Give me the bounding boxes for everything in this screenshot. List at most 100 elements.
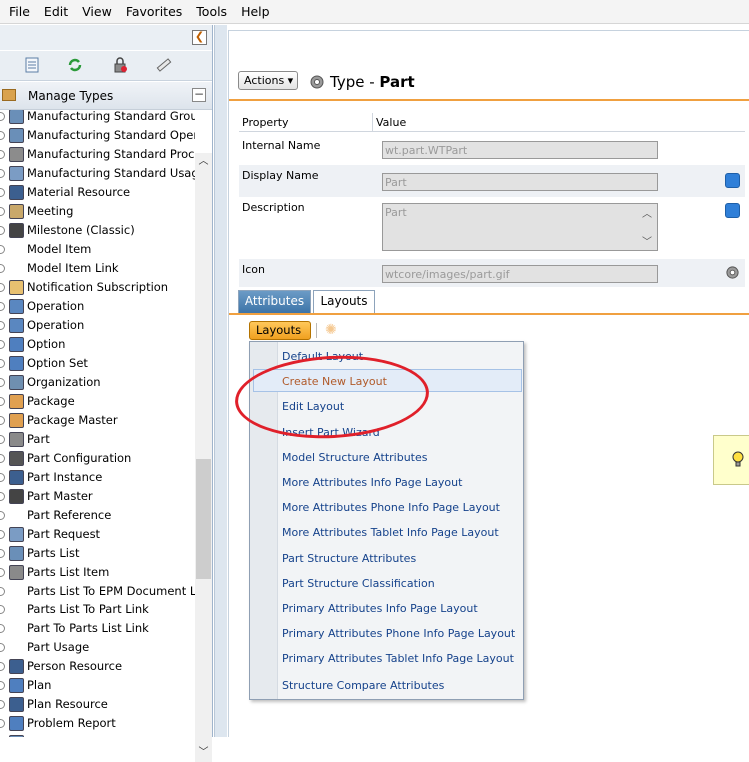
layouts-button[interactable]: Layouts ▾: [249, 321, 311, 354]
tree-item[interactable]: Part To Parts List Link: [0, 619, 195, 638]
expand-toggle-icon[interactable]: [0, 567, 5, 577]
menu-item[interactable]: More Attributes Info Page Layout: [282, 476, 462, 489]
tree-scrollbar[interactable]: ︿ ﹀: [195, 153, 212, 762]
tree-item[interactable]: Parts List To EPM Document Link: [0, 582, 195, 601]
localize-icon[interactable]: [725, 203, 740, 218]
menu-file[interactable]: File: [2, 0, 37, 24]
expand-toggle-icon[interactable]: [0, 662, 5, 672]
minimize-button[interactable]: −: [192, 88, 206, 102]
lock-icon[interactable]: [112, 57, 128, 73]
expand-toggle-icon[interactable]: [0, 149, 5, 159]
expand-toggle-icon[interactable]: [0, 605, 5, 615]
expand-toggle-icon[interactable]: [0, 681, 5, 691]
expand-toggle-icon[interactable]: [0, 453, 5, 463]
tree-item[interactable]: Model Item: [0, 240, 195, 259]
tree-item[interactable]: Problem Report: [0, 714, 195, 733]
list-icon[interactable]: [24, 57, 40, 73]
expand-toggle-icon[interactable]: [0, 377, 5, 387]
gear-icon[interactable]: [725, 265, 740, 280]
expand-toggle-icon[interactable]: [0, 206, 5, 216]
tree-item[interactable]: Milestone (Classic): [0, 221, 195, 240]
expand-toggle-icon[interactable]: [0, 263, 5, 273]
menu-edit[interactable]: Edit: [37, 0, 75, 24]
tree-item[interactable]: Option: [0, 335, 195, 354]
tree-item[interactable]: Part Request: [0, 525, 195, 544]
panel-splitter[interactable]: [214, 25, 227, 737]
expand-toggle-icon[interactable]: [0, 510, 5, 520]
menu-item[interactable]: Part Structure Classification: [282, 577, 435, 590]
tree-item[interactable]: Plan Resource: [0, 695, 195, 714]
tree-item[interactable]: Notification Subscription: [0, 278, 195, 297]
menu-item[interactable]: Primary Attributes Tablet Info Page Layo…: [282, 652, 514, 665]
menu-item[interactable]: Primary Attributes Phone Info Page Layou…: [282, 627, 515, 640]
localize-icon[interactable]: [725, 173, 740, 188]
tab-attributes[interactable]: Attributes: [238, 290, 311, 313]
menu-item[interactable]: Structure Compare Attributes: [282, 679, 444, 692]
tree-item[interactable]: Operation: [0, 316, 195, 335]
tree-item[interactable]: Model Item Link: [0, 259, 195, 278]
ruler-icon[interactable]: [156, 57, 172, 73]
expand-toggle-icon[interactable]: [0, 491, 5, 501]
tree-item[interactable]: Manufacturing Standard Usage L: [0, 164, 195, 183]
expand-toggle-icon[interactable]: [0, 187, 5, 197]
tree-item[interactable]: Part Usage: [0, 638, 195, 657]
tree-item[interactable]: Manufacturing Standard Operat: [0, 126, 195, 145]
expand-toggle-icon[interactable]: [0, 700, 5, 710]
expand-toggle-icon[interactable]: [0, 112, 5, 121]
expand-toggle-icon[interactable]: [0, 282, 5, 292]
expand-toggle-icon[interactable]: [0, 244, 5, 254]
tree-item[interactable]: Part: [0, 430, 195, 449]
expand-toggle-icon[interactable]: [0, 624, 5, 634]
scroll-up-icon[interactable]: ︿: [195, 153, 212, 170]
tree-item[interactable]: Part Master: [0, 487, 195, 506]
tree-item[interactable]: Process: [0, 733, 195, 737]
expand-toggle-icon[interactable]: [0, 586, 5, 596]
menu-view[interactable]: View: [75, 0, 119, 24]
expand-toggle-icon[interactable]: [0, 415, 5, 425]
scroll-down-icon[interactable]: ﹀: [642, 233, 652, 248]
menu-item[interactable]: Part Structure Attributes: [282, 552, 416, 565]
menu-favorites[interactable]: Favorites: [119, 0, 189, 24]
tab-layouts[interactable]: Layouts: [313, 290, 375, 313]
actions-button[interactable]: Actions ▾: [238, 71, 298, 90]
expand-toggle-icon[interactable]: [0, 339, 5, 349]
tree-item[interactable]: Parts List To Part Link: [0, 600, 195, 619]
expand-toggle-icon[interactable]: [0, 301, 5, 311]
tree-item[interactable]: Organization: [0, 373, 195, 392]
tree-item[interactable]: Part Instance: [0, 468, 195, 487]
tree-item[interactable]: Package: [0, 392, 195, 411]
tree-item[interactable]: Option Set: [0, 354, 195, 373]
scroll-up-icon[interactable]: ︿: [642, 205, 652, 220]
expand-toggle-icon[interactable]: [0, 643, 5, 653]
tree-item[interactable]: Manufacturing Standard Group: [0, 110, 195, 126]
expand-toggle-icon[interactable]: [0, 225, 5, 235]
tree-item[interactable]: Parts List Item: [0, 563, 195, 582]
refresh-icon[interactable]: [67, 57, 83, 73]
tree-item[interactable]: Plan: [0, 676, 195, 695]
sun-icon[interactable]: ✺: [325, 323, 339, 337]
expand-toggle-icon[interactable]: [0, 548, 5, 558]
expand-toggle-icon[interactable]: [0, 168, 5, 178]
expand-toggle-icon[interactable]: [0, 358, 5, 368]
expand-toggle-icon[interactable]: [0, 320, 5, 330]
tree-item[interactable]: Manufacturing Standard Procedu: [0, 145, 195, 164]
expand-toggle-icon[interactable]: [0, 472, 5, 482]
menu-item[interactable]: More Attributes Phone Info Page Layout: [282, 501, 500, 514]
scroll-down-icon[interactable]: ﹀: [195, 744, 212, 761]
tree-item[interactable]: Meeting: [0, 202, 195, 221]
tree-item[interactable]: Part Reference: [0, 506, 195, 525]
collapse-panel-button[interactable]: ❮: [192, 30, 207, 45]
tree-item[interactable]: Person Resource: [0, 657, 195, 676]
menu-item[interactable]: Model Structure Attributes: [282, 451, 428, 464]
menu-item[interactable]: More Attributes Tablet Info Page Layout: [282, 526, 499, 539]
expand-toggle-icon[interactable]: [0, 396, 5, 406]
tree-item[interactable]: Part Configuration: [0, 449, 195, 468]
menu-tools[interactable]: Tools: [189, 0, 234, 24]
expand-toggle-icon[interactable]: [0, 130, 5, 140]
menu-item[interactable]: Primary Attributes Info Page Layout: [282, 602, 478, 615]
tree-item[interactable]: Package Master: [0, 411, 195, 430]
tree-item[interactable]: Parts List: [0, 544, 195, 563]
expand-toggle-icon[interactable]: [0, 719, 5, 729]
scroll-thumb[interactable]: [196, 459, 211, 579]
menu-help[interactable]: Help: [234, 0, 277, 24]
